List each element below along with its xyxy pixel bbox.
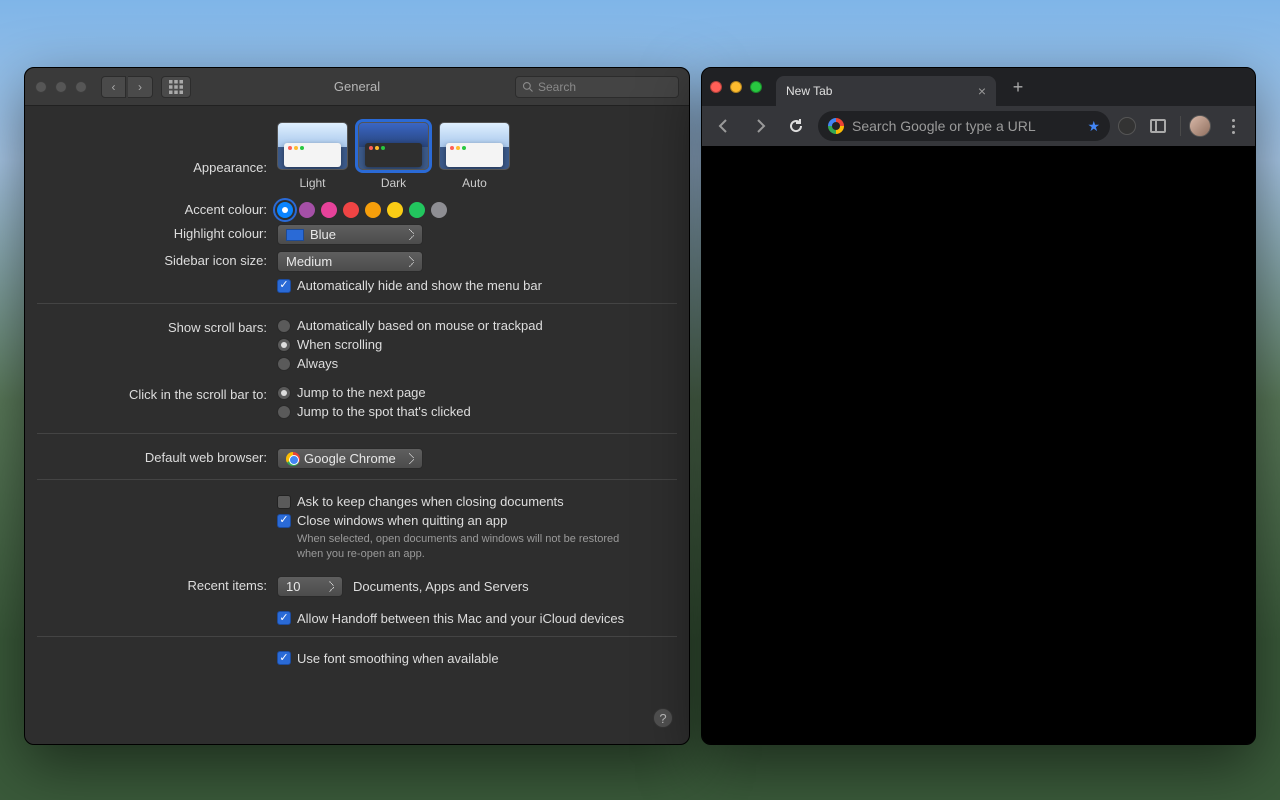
reload-button[interactable] (782, 112, 810, 140)
tab-strip: New Tab × + (702, 68, 1255, 106)
minimize-button[interactable] (55, 81, 67, 93)
reader-icon[interactable] (1144, 112, 1172, 140)
accent-swatch[interactable] (387, 202, 403, 218)
accent-swatch[interactable] (431, 202, 447, 218)
omnibox-placeholder: Search Google or type a URL (852, 118, 1036, 134)
appearance-auto[interactable] (439, 122, 510, 170)
toolbar-separator (1180, 116, 1181, 136)
close-tab-icon[interactable]: × (978, 84, 986, 98)
omnibox[interactable]: Search Google or type a URL ★ (818, 111, 1110, 141)
appearance-label: Appearance: (37, 122, 277, 190)
bookmark-star-icon[interactable]: ★ (1087, 118, 1100, 135)
browser-forward-button[interactable] (746, 112, 774, 140)
handoff-checkbox[interactable]: ✓Allow Handoff between this Mac and your… (277, 611, 677, 626)
close-windows-checkbox[interactable]: ✓Close windows when quitting an app (277, 513, 677, 528)
autohide-menu-checkbox[interactable]: ✓Automatically hide and show the menu ba… (277, 278, 677, 293)
accent-swatch[interactable] (299, 202, 315, 218)
radio-option[interactable]: Always (277, 356, 677, 371)
chrome-window: New Tab × + Search Google or type a URL … (701, 67, 1256, 745)
radio-option[interactable]: Jump to the spot that's clicked (277, 404, 677, 419)
search-field[interactable]: Search (515, 76, 679, 98)
font-smoothing-checkbox[interactable]: ✓Use font smoothing when available (277, 651, 677, 666)
back-button[interactable]: ‹ (101, 76, 126, 98)
highlight-label: Highlight colour: (37, 224, 277, 245)
scrollbars-label: Show scroll bars: (37, 318, 277, 375)
help-button[interactable]: ? (653, 708, 673, 728)
google-icon (828, 118, 844, 134)
browser-back-button[interactable] (710, 112, 738, 140)
appearance-dark[interactable] (358, 122, 429, 170)
page-content (702, 146, 1255, 744)
prefs-body: Appearance: Light Dark Auto (25, 106, 689, 684)
sidebar-size-select[interactable]: Medium (277, 251, 423, 272)
show-all-button[interactable] (161, 76, 191, 98)
zoom-button[interactable] (75, 81, 87, 93)
highlight-select[interactable]: Blue (277, 224, 423, 245)
recent-items-select[interactable]: 10 (277, 576, 343, 597)
recent-label: Recent items: (37, 576, 277, 597)
profile-avatar[interactable] (1189, 115, 1211, 137)
chrome-zoom-button[interactable] (750, 81, 762, 93)
chrome-minimize-button[interactable] (730, 81, 742, 93)
radio-option[interactable]: Automatically based on mouse or trackpad (277, 318, 677, 333)
prefs-toolbar: ‹ › General Search (25, 68, 689, 106)
default-browser-label: Default web browser: (37, 448, 277, 469)
close-windows-hint: When selected, open documents and window… (277, 532, 627, 562)
close-button[interactable] (35, 81, 47, 93)
ask-keep-checkbox[interactable]: Ask to keep changes when closing documen… (277, 494, 677, 509)
accent-swatch[interactable] (409, 202, 425, 218)
traffic-lights (35, 81, 87, 93)
chrome-menu-button[interactable] (1219, 112, 1247, 140)
recent-suffix: Documents, Apps and Servers (353, 579, 529, 594)
search-placeholder: Search (538, 80, 576, 94)
accent-swatch[interactable] (343, 202, 359, 218)
extension-icon[interactable] (1118, 117, 1136, 135)
chrome-close-button[interactable] (710, 81, 722, 93)
accent-swatch[interactable] (365, 202, 381, 218)
tab-new-tab[interactable]: New Tab × (776, 76, 996, 106)
radio-option[interactable]: When scrolling (277, 337, 677, 352)
nav-buttons: ‹ › (101, 76, 153, 98)
chrome-toolbar: Search Google or type a URL ★ (702, 106, 1255, 146)
new-tab-button[interactable]: + (1004, 73, 1032, 101)
tab-title: New Tab (786, 84, 832, 98)
forward-button[interactable]: › (128, 76, 153, 98)
search-icon (522, 81, 534, 93)
click-scroll-label: Click in the scroll bar to: (37, 385, 277, 423)
radio-option[interactable]: Jump to the next page (277, 385, 677, 400)
accent-label: Accent colour: (37, 200, 277, 218)
appearance-light[interactable] (277, 122, 348, 170)
chrome-icon (286, 452, 300, 466)
system-preferences-window: ‹ › General Search Appearance: Light (24, 67, 690, 745)
accent-swatches (277, 200, 677, 218)
accent-swatch[interactable] (277, 202, 293, 218)
default-browser-select[interactable]: Google Chrome (277, 448, 423, 469)
sidebar-size-label: Sidebar icon size: (37, 251, 277, 272)
accent-swatch[interactable] (321, 202, 337, 218)
